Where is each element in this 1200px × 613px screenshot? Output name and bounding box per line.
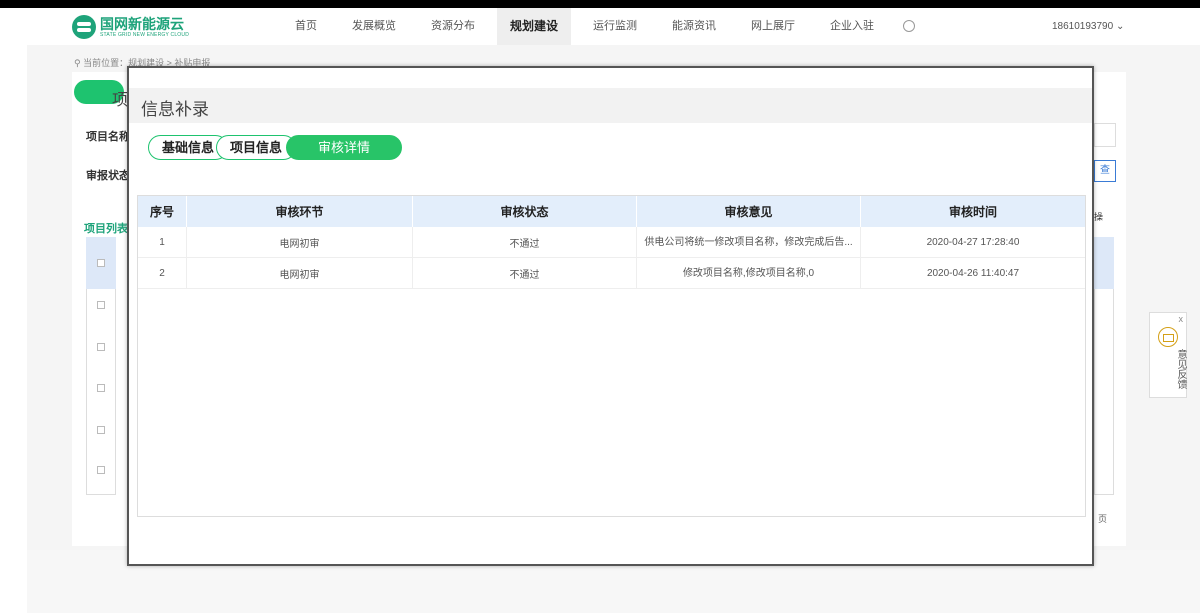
project-list-label: 项目列表 (84, 223, 128, 235)
cell-time: 2020-04-27 17:28:40 (926, 236, 1020, 248)
page-left-margin (0, 45, 27, 550)
cell-time: 2020-04-26 11:40:47 (926, 267, 1020, 279)
user-account-menu[interactable]: 18610193790 ⌄ (1052, 8, 1124, 45)
cell-index: 1 (138, 227, 187, 257)
mail-icon (1158, 327, 1178, 347)
query-button[interactable]: 查 (1094, 160, 1116, 182)
pagination-text: 页 (1098, 514, 1108, 524)
modal-header: 信息补录 (129, 88, 1092, 123)
main-nav: 首页 发展概览 资源分布 规划建设 运行监测 能源资讯 网上展厅 企业入驻 (282, 8, 896, 45)
top-black-strip (0, 0, 1200, 8)
logo-icon (72, 15, 96, 39)
nav-resources[interactable]: 资源分布 (418, 8, 488, 45)
row-checkbox[interactable] (97, 301, 105, 309)
project-name-label: 项目名称 (86, 131, 130, 143)
table-header: 序号 审核环节 审核状态 审核意见 审核时间 (138, 196, 1085, 227)
table-row[interactable]: 2 电网初审 不通过 修改项目名称,修改项目名称,0 2020-04-26 11… (138, 258, 1085, 289)
logo[interactable]: 国网新能源云 STATE GRID NEW ENERGY CLOUD (72, 14, 189, 40)
cell-opinion: 供电公司将统一修改项目名称，修改完成后告... (637, 227, 861, 257)
row-checkbox[interactable] (97, 426, 105, 434)
column-header-stage: 审核环节 (187, 196, 413, 227)
bg-table-right-head (1094, 237, 1114, 289)
tab-review-details[interactable]: 审核详情 (286, 135, 402, 160)
cell-status: 不通过 (413, 258, 637, 288)
info-supplement-modal: 信息补录 基础信息 项目信息 审核详情 序号 审核环节 审核状态 审核意见 审核… (127, 66, 1094, 566)
cell-opinion: 修改项目名称,修改项目名称,0 (637, 258, 861, 288)
logo-subtitle: STATE GRID NEW ENERGY CLOUD (100, 31, 190, 38)
cell-status: 不通过 (413, 227, 637, 257)
nav-monitoring[interactable]: 运行监测 (580, 8, 650, 45)
nav-overview[interactable]: 发展概览 (339, 8, 409, 45)
cell-stage: 电网初审 (187, 258, 413, 288)
select-all-checkbox[interactable] (97, 259, 105, 267)
bg-tab-label: 项 (112, 92, 129, 109)
row-checkbox[interactable] (97, 384, 105, 392)
nav-home[interactable]: 首页 (282, 8, 330, 45)
nav-planning[interactable]: 规划建设 (497, 8, 572, 45)
column-header-status: 审核状态 (413, 196, 637, 227)
column-header-time: 审核时间 (948, 205, 997, 219)
nav-exhibition[interactable]: 网上展厅 (738, 8, 808, 45)
logo-title: 国网新能源云 (100, 15, 184, 32)
search-input[interactable] (1094, 123, 1116, 147)
modal-title: 信息补录 (141, 100, 209, 119)
close-icon[interactable]: x (1179, 314, 1184, 324)
cell-stage: 电网初审 (187, 227, 413, 257)
top-navbar: 国网新能源云 STATE GRID NEW ENERGY CLOUD 首页 发展… (0, 8, 1200, 45)
column-header-index: 序号 (138, 196, 187, 227)
table-row[interactable]: 1 电网初审 不通过 供电公司将统一修改项目名称，修改完成后告... 2020-… (138, 227, 1085, 258)
settings-icon[interactable] (903, 20, 915, 32)
nav-news[interactable]: 能源资讯 (659, 8, 729, 45)
review-table: 序号 审核环节 审核状态 审核意见 审核时间 1 电网初审 不通过 供电公司将统… (137, 195, 1086, 517)
nav-enterprise[interactable]: 企业入驻 (817, 8, 887, 45)
feedback-widget[interactable]: x 意见反馈 (1149, 312, 1187, 398)
footer-left-margin (0, 550, 27, 613)
tab-project-info[interactable]: 项目信息 (216, 135, 296, 160)
row-checkbox[interactable] (97, 343, 105, 351)
status-label: 审报状态 (86, 170, 130, 182)
feedback-label: 意见反馈 (1175, 349, 1186, 389)
cell-index: 2 (138, 258, 187, 288)
column-header-opinion: 审核意见 (637, 196, 861, 227)
operation-header: 操 (1094, 212, 1104, 222)
row-checkbox[interactable] (97, 466, 105, 474)
